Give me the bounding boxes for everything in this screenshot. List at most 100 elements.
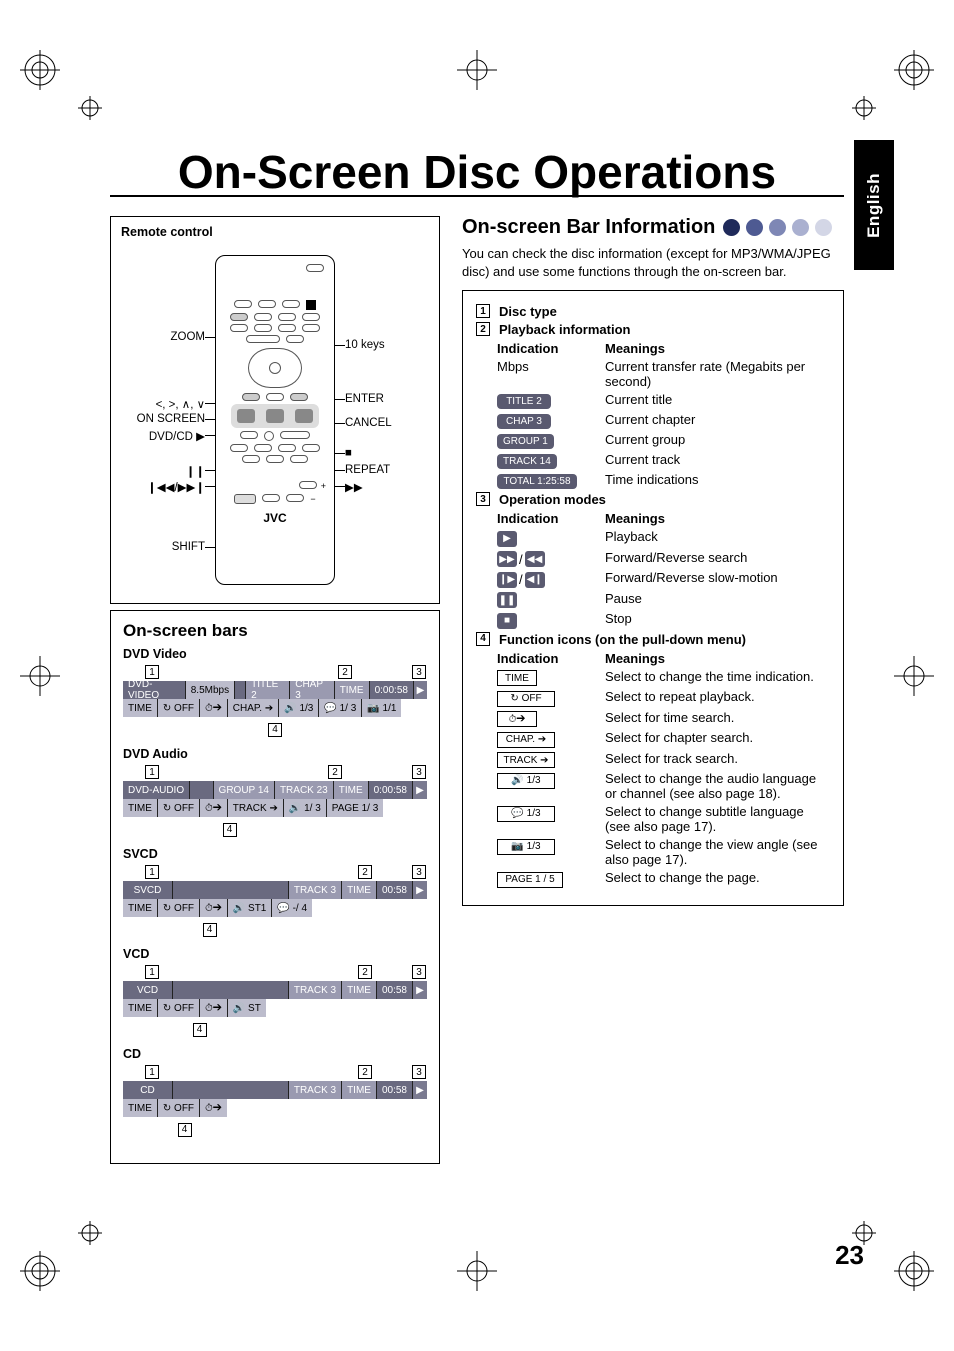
- rbox-page: PAGE 1 / 5: [497, 872, 563, 888]
- marker-1: 1: [145, 765, 159, 779]
- title-underline: [110, 195, 844, 197]
- mean-fn-time: Select to change the time indication.: [605, 669, 831, 684]
- play-arrow-icon: ▶: [413, 981, 427, 999]
- marker-2: 2: [338, 665, 352, 679]
- pill-chap: CHAP 3: [497, 414, 551, 429]
- section-heading: On-screen Bar Information: [462, 216, 844, 239]
- rbox-track: TRACK ➔: [497, 752, 555, 768]
- col-meanings: Meanings: [605, 651, 831, 666]
- mean-fn-chap: Select for chapter search.: [605, 730, 831, 745]
- dpad-icon: [248, 348, 302, 388]
- s3-title: Operation modes: [499, 492, 606, 507]
- marker-4: 4: [223, 823, 237, 837]
- mean-play: Playback: [605, 529, 831, 544]
- disc-heading: DVD Audio: [123, 747, 427, 761]
- col-indication: Indication: [497, 341, 597, 356]
- label-ten-keys: 10 keys: [345, 339, 429, 351]
- onscreen-bars-panel: On-screen bars DVD Video 123 DVD-VIDEO 8…: [110, 610, 440, 1164]
- crop-mark-icon: [457, 1251, 497, 1291]
- marker-3: 3: [476, 492, 490, 506]
- mean-fn-sub: Select to change subtitle language (see …: [605, 804, 831, 834]
- info-box: 1Disc type 2Playback information Indicat…: [462, 290, 844, 906]
- pill-title: TITLE 2: [497, 394, 551, 409]
- label-ff: ▶▶: [345, 480, 429, 494]
- bar-svcd-bottom: TIME ↻ OFF ⏱➔ 🔊 ST1 💬 -/ 4: [123, 899, 427, 917]
- label-zoom: ZOOM: [121, 331, 205, 343]
- marker-3: 3: [412, 865, 426, 879]
- page-title: On-Screen Disc Operations: [110, 145, 844, 199]
- crop-mark-icon: [894, 1251, 934, 1291]
- marker-4: 4: [476, 632, 490, 646]
- disc-heading: SVCD: [123, 847, 427, 861]
- rev-search-icon: ◀◀: [525, 551, 545, 567]
- label-onscreen: ON SCREEN: [121, 413, 205, 425]
- label-prevnext: ❙◀◀/▶▶❙: [121, 480, 205, 494]
- marker-1: 1: [145, 665, 159, 679]
- transport-block-icon: [231, 404, 319, 428]
- bars-panel-title: On-screen bars: [123, 621, 427, 641]
- play-arrow-icon: ▶: [413, 1081, 427, 1099]
- marker-4: 4: [268, 723, 282, 737]
- decorative-dots-icon: [723, 219, 832, 236]
- marker-4: 4: [203, 923, 217, 937]
- marker-2: 2: [358, 965, 372, 979]
- mean-stop: Stop: [605, 611, 831, 626]
- crop-mark-icon: [894, 50, 934, 90]
- align-target-icon: [844, 88, 884, 128]
- label-arrows: <, >, ∧, ∨: [121, 397, 205, 411]
- play-arrow-icon: ▶: [413, 881, 427, 899]
- align-target-icon: [70, 88, 110, 128]
- rbox-angle: 📷 1/3: [497, 839, 555, 855]
- mean-chap: Current chapter: [605, 412, 831, 427]
- disc-heading: CD: [123, 1047, 427, 1061]
- remote-panel-title: Remote control: [121, 225, 429, 239]
- section-title: On-screen Bar Information: [462, 216, 715, 239]
- label-cancel: CANCEL: [345, 417, 429, 429]
- marker-2: 2: [358, 1065, 372, 1079]
- bar-vcd-bottom: TIME ↻ OFF ⏱➔ 🔊 ST: [123, 999, 427, 1017]
- label-stop: ■: [345, 447, 429, 459]
- label-pause: ❙❙: [121, 464, 205, 478]
- s1-title: Disc type: [499, 304, 557, 319]
- col-meanings: Meanings: [605, 511, 831, 526]
- pause-icon: ❚❚: [497, 592, 517, 608]
- marker-3: 3: [412, 965, 426, 979]
- crop-mark-icon: [457, 50, 497, 90]
- intro-paragraph: You can check the disc information (exce…: [462, 245, 844, 280]
- marker-1: 1: [145, 965, 159, 979]
- bar-svcd-top: SVCD TRACK 3 TIME 00:58 ▶: [123, 881, 427, 899]
- label-enter: ENTER: [345, 393, 429, 405]
- rev-slow-icon: ◀❙: [525, 572, 545, 588]
- mean-title: Current title: [605, 392, 831, 407]
- pill-group: GROUP 1: [497, 434, 554, 449]
- play-icon: ▶: [497, 531, 517, 547]
- page-number: 23: [835, 1240, 864, 1271]
- pill-track: TRACK 14: [497, 454, 557, 469]
- stop-icon: ■: [497, 613, 517, 629]
- manual-page: English On-Screen Disc Operations Remote…: [0, 0, 954, 1351]
- rbox-sub: 💬 1/3: [497, 806, 555, 822]
- marker-1: 1: [145, 1065, 159, 1079]
- mean-total: Time indications: [605, 472, 831, 487]
- marker-2: 2: [328, 765, 342, 779]
- mean-track: Current track: [605, 452, 831, 467]
- marker-2: 2: [358, 865, 372, 879]
- pill-total: TOTAL 1:25:58: [497, 474, 577, 489]
- fwd-slow-icon: ❙▶: [497, 572, 517, 588]
- marker-1: 1: [145, 865, 159, 879]
- marker-4: 4: [193, 1023, 207, 1037]
- remote-body: + − JVC: [215, 255, 335, 585]
- bar-dvd-video-top: DVD-VIDEO 8.5Mbps TITLE 2 CHAP 3 TIME 0:…: [123, 681, 427, 699]
- rbox-time: TIME: [497, 670, 537, 686]
- rbox-clock: ⏱➔: [497, 711, 537, 727]
- marker-3: 3: [412, 1065, 426, 1079]
- s2-title: Playback information: [499, 322, 630, 337]
- crop-mark-icon: [20, 656, 60, 696]
- marker-3: 3: [412, 665, 426, 679]
- crop-mark-icon: [20, 50, 60, 90]
- brand-label: JVC: [263, 511, 286, 525]
- marker-2: 2: [476, 322, 490, 336]
- col-indication: Indication: [497, 511, 597, 526]
- disc-heading: VCD: [123, 947, 427, 961]
- mean-fn-clock: Select for time search.: [605, 710, 831, 725]
